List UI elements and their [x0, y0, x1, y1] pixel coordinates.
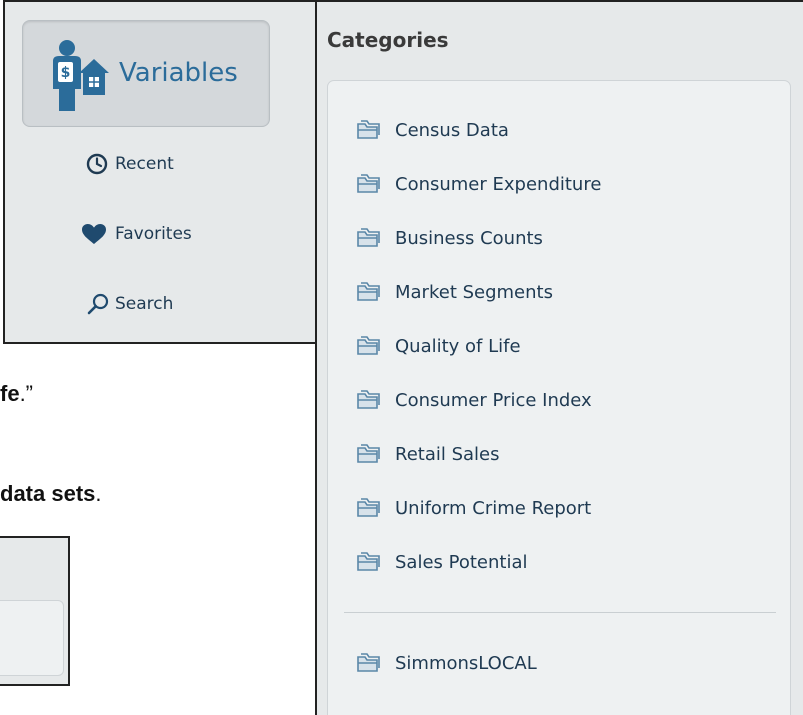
document-text-line: fe.”	[0, 381, 34, 406]
folder-icon	[357, 653, 380, 672]
folder-icon	[357, 336, 380, 355]
category-item[interactable]: Retail Sales	[356, 437, 776, 473]
category-divider	[344, 612, 776, 613]
folder-icon	[357, 444, 380, 463]
category-item[interactable]: Consumer Expenditure	[356, 167, 776, 203]
category-label: Sales Potential	[395, 552, 528, 573]
category-label: Consumer Price Index	[395, 390, 592, 411]
clock-icon	[86, 153, 108, 175]
category-item[interactable]: Quality of Life	[356, 329, 776, 365]
nav-item-variables[interactable]: $ Variables	[22, 20, 270, 127]
category-item[interactable]: Census Data	[356, 113, 776, 149]
category-item[interactable]: SimmonsLOCAL	[356, 646, 776, 682]
category-label: Business Counts	[395, 228, 543, 249]
folder-icon	[357, 282, 380, 301]
category-item[interactable]: Consumer Price Index	[356, 383, 776, 419]
document-text-line: data sets.	[0, 481, 102, 506]
folder-icon	[357, 552, 380, 571]
category-label: Market Segments	[395, 282, 553, 303]
folder-icon	[357, 120, 380, 139]
folder-icon	[357, 390, 380, 409]
category-item[interactable]: Sales Potential	[356, 545, 776, 581]
category-label: Retail Sales	[395, 444, 500, 465]
search-icon	[87, 293, 109, 315]
folder-icon	[357, 174, 380, 193]
nav-item-favorites-label: Favorites	[115, 224, 192, 244]
categories-header: Categories	[327, 28, 449, 52]
category-label: SimmonsLOCAL	[395, 653, 537, 674]
nav-item-variables-label: Variables	[119, 58, 238, 88]
nav-item-recent-label: Recent	[115, 154, 174, 174]
folder-icon	[357, 228, 380, 247]
category-label: Consumer Expenditure	[395, 174, 602, 195]
nav-item-favorites[interactable]: Favorites	[5, 214, 315, 254]
category-item[interactable]: Business Counts	[356, 221, 776, 257]
nav-item-search-label: Search	[115, 294, 174, 314]
nav-item-search[interactable]: Search	[5, 284, 315, 324]
nav-item-recent[interactable]: Recent	[5, 144, 315, 184]
categories-panel: Categories Census Data Consumer Expendit…	[315, 0, 803, 715]
categories-list: Census Data Consumer Expenditure Busines…	[327, 80, 791, 715]
person-building-icon: $	[53, 40, 109, 111]
document-screenshot-fragment	[0, 536, 70, 686]
variables-nav-panel: $ Variables Recent Favorites Search	[3, 0, 317, 344]
category-label: Uniform Crime Report	[395, 498, 592, 519]
category-item[interactable]: Uniform Crime Report	[356, 491, 776, 527]
category-label: Quality of Life	[395, 336, 521, 357]
heart-icon	[82, 224, 106, 244]
category-item[interactable]: Market Segments	[356, 275, 776, 311]
category-label: Census Data	[395, 120, 509, 141]
svg-text:$: $	[61, 65, 71, 81]
folder-icon	[357, 498, 380, 517]
